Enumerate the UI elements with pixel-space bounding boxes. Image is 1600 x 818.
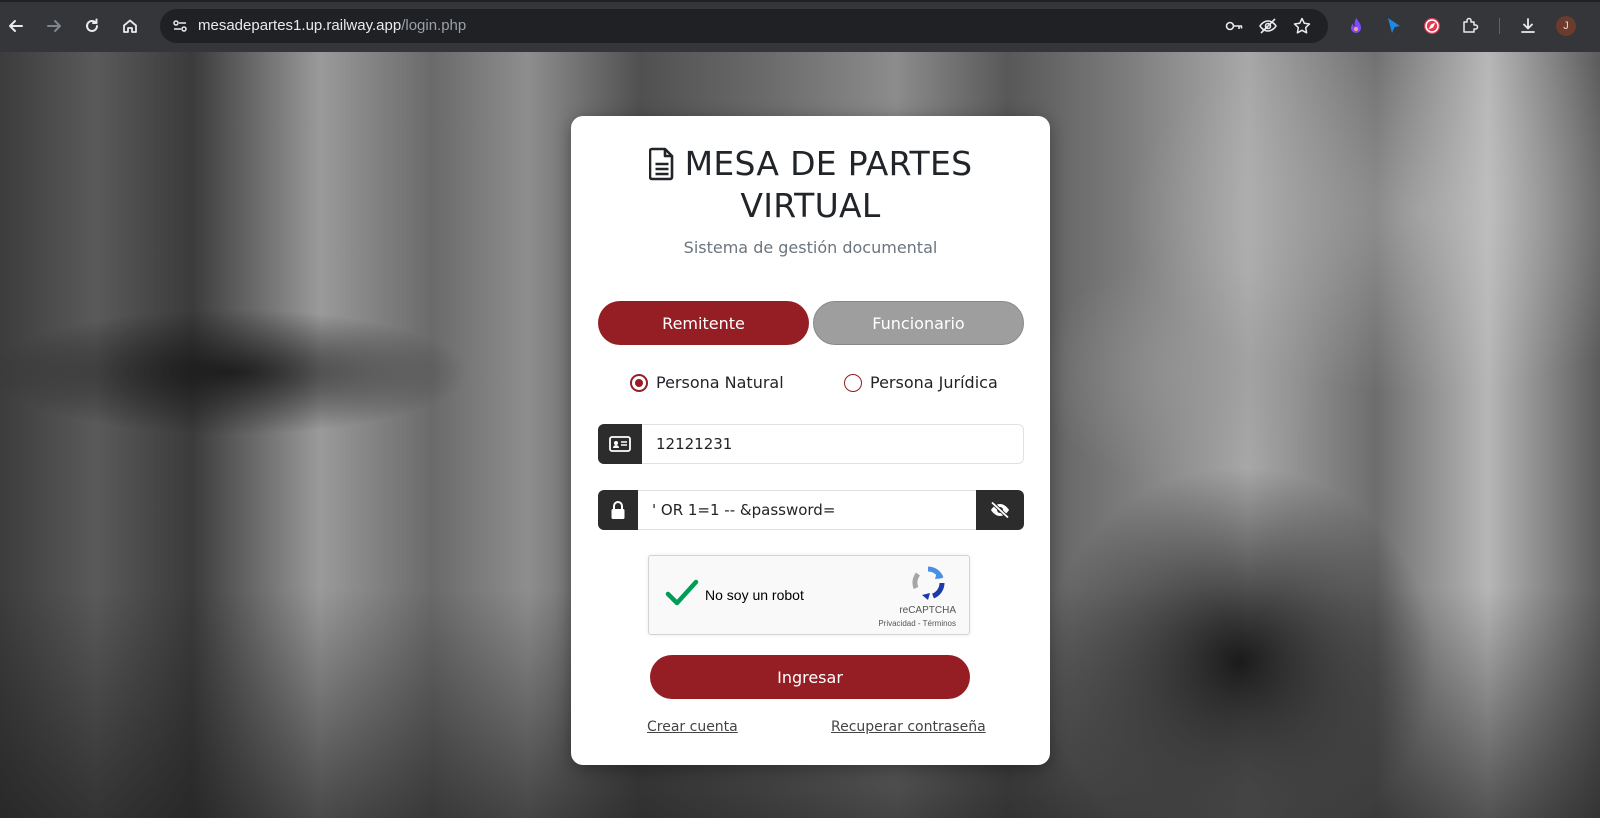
site-info-icon[interactable] (168, 14, 192, 38)
radio-label-juridica: Persona Jurídica (870, 373, 998, 392)
id-card-icon (598, 424, 642, 464)
toggle-password-eye-off-icon[interactable] (976, 490, 1024, 530)
tab-remitente[interactable]: Remitente (598, 301, 809, 345)
tab-funcionario[interactable]: Funcionario (813, 301, 1024, 345)
radio-unselected-icon[interactable] (844, 373, 862, 392)
document-input-group: 12121231 (598, 424, 1024, 464)
tab-strip-edge (0, 0, 1600, 2)
radio-persona-natural[interactable]: Persona Natural (630, 373, 784, 392)
recaptcha-brand: reCAPTCHA (899, 605, 956, 616)
downloads-icon[interactable] (1516, 14, 1540, 38)
profile-avatar[interactable]: J (1556, 16, 1576, 36)
bookmark-star-icon[interactable] (1291, 15, 1313, 37)
password-input-group: ' OR 1=1 -- &password= (598, 490, 1024, 530)
page-title-line2: VIRTUAL (740, 186, 881, 225)
recaptcha-privacy-link[interactable]: Privacidad (878, 619, 915, 628)
recaptcha-widget: No soy un robot reCAPTCHA Privacidad - T… (648, 555, 970, 635)
lock-icon (598, 490, 638, 530)
radio-selected-icon[interactable] (630, 373, 648, 392)
create-account-link[interactable]: Crear cuenta (647, 719, 738, 735)
title-text-line1: MESA DE PARTES (684, 144, 973, 183)
recaptcha-logo-icon (912, 566, 945, 600)
password-key-icon[interactable] (1223, 15, 1245, 37)
toolbar-separator (1499, 18, 1500, 34)
login-card: MESA DE PARTES VIRTUAL Sistema de gestió… (571, 116, 1050, 765)
url-host: mesadepartes1.up.railway.app (198, 17, 402, 34)
address-bar[interactable]: mesadepartes1.up.railway.app/login.php (160, 9, 1328, 43)
submit-button[interactable]: Ingresar (650, 655, 970, 699)
extension-flame-icon[interactable] (1344, 14, 1368, 38)
tracking-eye-off-icon[interactable] (1257, 15, 1279, 37)
extensions-puzzle-icon[interactable] (1458, 14, 1482, 38)
recaptcha-label: No soy un robot (705, 587, 804, 603)
browser-toolbar: mesadepartes1.up.railway.app/login.php J (0, 0, 1600, 52)
radio-label-natural: Persona Natural (656, 373, 784, 392)
url-path: /login.php (401, 17, 467, 34)
document-number-input[interactable]: 12121231 (642, 424, 1024, 464)
password-input[interactable]: ' OR 1=1 -- &password= (638, 490, 976, 530)
url-text: mesadepartes1.up.railway.app/login.php (198, 17, 466, 34)
page-subtitle: Sistema de gestión documental (683, 238, 938, 257)
recaptcha-terms-link[interactable]: Términos (923, 619, 956, 628)
extension-compass-icon[interactable] (1420, 14, 1444, 38)
extension-cursor-icon[interactable] (1382, 14, 1406, 38)
home-icon[interactable] (118, 14, 142, 38)
page-title-line1: MESA DE PARTES (571, 144, 1050, 189)
document-icon (648, 147, 673, 180)
recaptcha-checkmark-icon[interactable] (665, 578, 699, 608)
reload-icon[interactable] (80, 14, 104, 38)
forward-icon[interactable] (42, 14, 66, 38)
recover-password-link[interactable]: Recuperar contraseña (831, 719, 986, 735)
radio-persona-juridica[interactable]: Persona Jurídica (844, 373, 998, 392)
back-icon[interactable] (4, 14, 28, 38)
recaptcha-links: Privacidad - Términos (878, 619, 956, 628)
